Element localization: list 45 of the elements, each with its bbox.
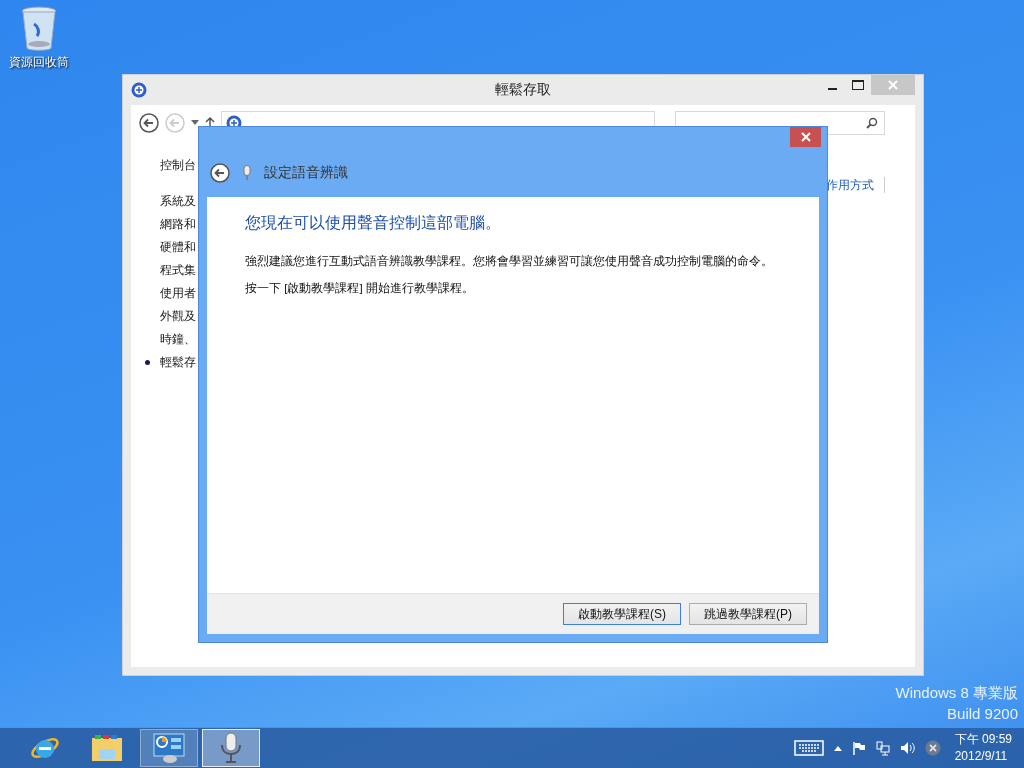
window-icon <box>131 82 147 98</box>
close-circle-icon[interactable] <box>924 740 941 756</box>
keyboard-icon[interactable] <box>793 740 824 756</box>
edition-text: Build 9200 <box>947 704 1018 724</box>
clock-time: 下午 09:59 <box>954 731 1012 748</box>
paragraph: 按一下 [啟動教學課程] 開始進行教學課程。 <box>245 281 475 296</box>
dialog-button[interactable]: 啟動教學課程(S) <box>563 603 681 625</box>
sidebar-heading[interactable]: 控制台 <box>160 157 196 174</box>
dialog-title: 設定語音辨識 <box>264 164 348 182</box>
icon-label: 資源回收筒 <box>9 54 69 71</box>
sidebar-item[interactable]: 系統及 <box>160 193 196 210</box>
back-button[interactable] <box>210 163 230 183</box>
clock-date: 2012/9/11 <box>954 748 1008 765</box>
search-icon[interactable] <box>866 117 878 129</box>
caret-icon[interactable] <box>833 745 842 751</box>
paragraph: 強烈建議您進行互動式語音辨識教學課程。您將會學習並練習可讓您使用聲音成功控制電腦的命令。 <box>245 254 774 269</box>
sidebar-item[interactable]: 使用者 <box>160 285 196 302</box>
taskbar-button[interactable] <box>140 729 198 767</box>
sidebar-item[interactable]: 輕鬆存 <box>160 354 196 371</box>
sidebar-item[interactable]: 時鐘、 <box>160 331 196 348</box>
recycle-bin-icon[interactable] <box>20 6 58 52</box>
flag-icon[interactable] <box>851 741 866 755</box>
taskbar-button[interactable] <box>202 729 260 767</box>
microphone-icon <box>242 165 252 181</box>
minimize-icon <box>827 87 837 90</box>
maximize-icon <box>852 80 864 90</box>
clock[interactable]: 下午 09:59 2012/9/11 <box>954 731 1012 765</box>
close-icon <box>800 132 811 142</box>
sidebar-item[interactable]: 硬體和 <box>160 239 196 256</box>
speaker-icon[interactable] <box>899 741 915 755</box>
network-icon[interactable] <box>875 740 890 756</box>
close-icon <box>888 80 898 90</box>
close-button[interactable] <box>790 127 821 147</box>
edition-text: Windows 8 專業版 <box>895 683 1018 703</box>
caret-icon[interactable] <box>191 120 199 126</box>
sidebar-item[interactable]: 外觀及 <box>160 308 196 325</box>
sidebar-item[interactable]: 程式集 <box>160 262 196 279</box>
window-title: 輕鬆存取 <box>494 81 552 99</box>
back-button[interactable] <box>139 113 159 133</box>
dialog-button[interactable]: 跳過教學課程(P) <box>689 603 807 625</box>
folder-icon <box>91 734 123 762</box>
sidebar-item[interactable]: 網路和 <box>160 216 196 233</box>
microphone-icon <box>220 732 242 764</box>
control-panel-icon <box>153 733 185 763</box>
dialog-heading: 您現在可以使用聲音控制這部電腦。 <box>245 213 502 233</box>
